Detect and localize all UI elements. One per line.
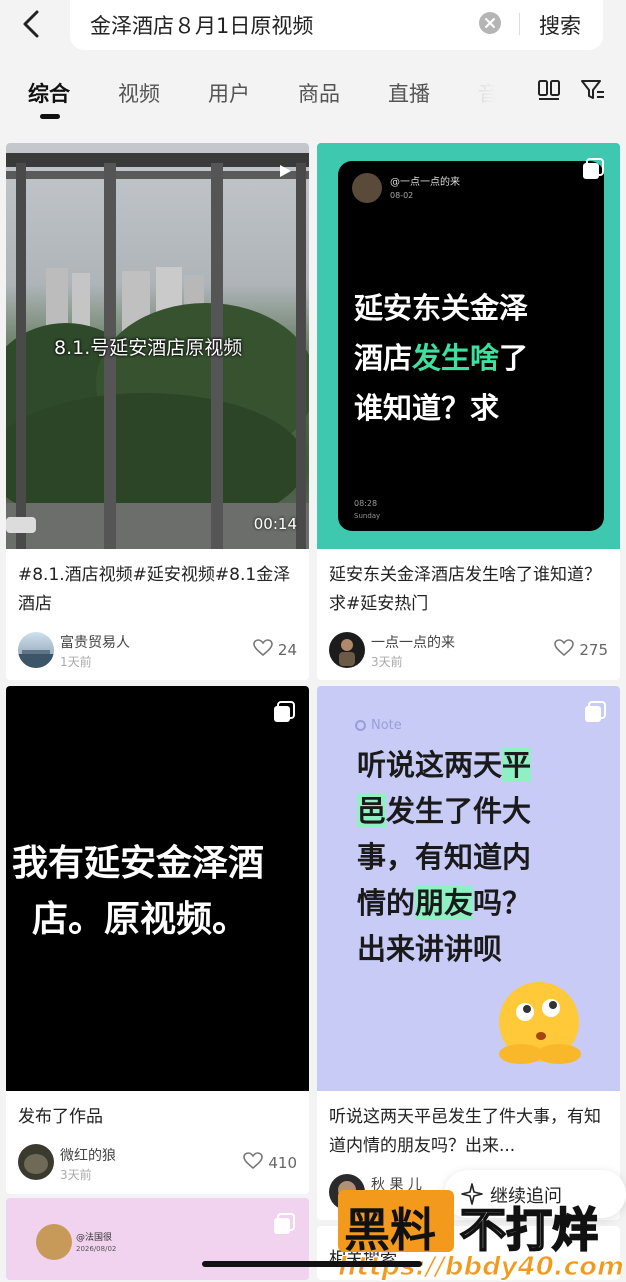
tab-video[interactable]: 视频 [118, 78, 160, 108]
post-time: 1天前 [60, 655, 92, 669]
multi-image-icon [583, 700, 607, 724]
user-name[interactable]: 富贵贸易人 [60, 632, 130, 652]
card-title[interactable]: 延安东关金泽酒店发生啥了谁知道？求#延安热门 [329, 561, 609, 619]
multi-image-icon [272, 700, 296, 724]
tab-bar: 综合 视频 用户 商品 直播 音乐 [0, 72, 626, 120]
clear-icon[interactable] [479, 12, 501, 34]
like-count: 24 [277, 641, 297, 659]
post-card[interactable]: 我有延安金泽酒 店。原视频。 发布了作品 微红的狼 3天前 410 [6, 686, 309, 1194]
tab-all[interactable]: 综合 [28, 78, 70, 108]
tab-live[interactable]: 直播 [388, 78, 430, 108]
heart-icon [243, 1152, 264, 1174]
video-overlay-text: 8.1.号延安酒店原视频 [54, 337, 243, 359]
like-button[interactable]: 410 [243, 1152, 297, 1174]
tabs-fade [440, 72, 520, 120]
card-title[interactable]: 听说这两天平邑发生了件大事，有知道内情的朋友吗？出来... [329, 1103, 609, 1161]
note-card[interactable]: @法国很 2026/08/02 [6, 1198, 309, 1280]
note-label: Note [371, 718, 402, 733]
post-big-text: 我有延安金泽酒 店。原视频。 [12, 843, 265, 940]
heart-icon [253, 639, 273, 661]
user-name[interactable]: 微红的狼 [60, 1145, 116, 1165]
like-button[interactable]: 24 [253, 639, 297, 661]
note-thumbnail[interactable]: Note 听说这两天平 邑发生了件大 事，有知道内 情的朋友吗？ 出来讲讲呗 [317, 686, 620, 1091]
note-thumbnail[interactable]: @一点一点的来 08-02 延安东关金泽 酒店发生啥了 谁知道？求 08:28 … [317, 143, 620, 549]
note-footer-day: Sunday [354, 512, 381, 520]
video-card[interactable]: 8.1.号延安酒店原视频 00:14 #8.1.酒店视频#延安视频#8.1金泽酒… [6, 143, 309, 680]
user-name[interactable]: 一点一点的来 [371, 632, 455, 652]
note-date: 2026/08/02 [76, 1245, 117, 1253]
note-handle: @一点一点的来 [390, 177, 460, 188]
search-bar[interactable]: 金泽酒店８月1日原视频 搜索 [70, 0, 603, 50]
note-text: 延安东关金泽 酒店发生啥了 谁知道？求 [354, 291, 529, 425]
note-avatar [352, 173, 382, 203]
avatar[interactable] [18, 1144, 54, 1180]
note-screen: @一点一点的来 08-02 延安东关金泽 酒店发生啥了 谁知道？求 08:28 … [338, 161, 604, 531]
avatar[interactable] [329, 632, 365, 668]
tab-user[interactable]: 用户 [208, 78, 250, 108]
multi-image-icon [581, 157, 605, 181]
search-button[interactable]: 搜索 [539, 10, 581, 40]
avatar[interactable] [18, 632, 54, 668]
multi-image-icon [272, 1212, 296, 1236]
like-button[interactable]: 275 [554, 639, 608, 661]
back-icon[interactable] [14, 6, 50, 42]
heart-icon [554, 639, 575, 661]
divider [519, 13, 520, 35]
post-thumbnail[interactable]: 我有延安金泽酒 店。原视频。 [6, 686, 309, 1091]
like-count: 275 [579, 641, 608, 659]
note-footer-time: 08:28 [354, 499, 378, 508]
filter-icon[interactable] [580, 78, 606, 106]
note-text: 听说这两天平 邑发生了件大 事，有知道内 情的朋友吗？ 出来讲讲呗 [357, 748, 532, 966]
note-dot-icon [355, 720, 366, 731]
note-avatar [36, 1224, 72, 1260]
thinking-emoji-icon [489, 978, 589, 1072]
top-bar: 金泽酒店８月1日原视频 搜索 综合 视频 用户 商品 直播 音乐 [0, 0, 626, 128]
active-tab-indicator [40, 114, 60, 119]
video-thumbnail[interactable]: 8.1.号延安酒店原视频 00:14 [6, 143, 309, 549]
video-duration: 00:14 [253, 515, 297, 533]
tab-goods[interactable]: 商品 [298, 78, 340, 108]
search-input[interactable]: 金泽酒店８月1日原视频 [90, 10, 313, 40]
play-icon [278, 163, 292, 182]
note-handle: @法国很 [76, 1233, 113, 1243]
note-card[interactable]: @一点一点的来 08-02 延安东关金泽 酒店发生啥了 谁知道？求 08:28 … [317, 143, 620, 680]
note-date: 08-02 [390, 191, 414, 200]
like-count: 410 [268, 1154, 297, 1172]
layout-toggle-icon[interactable] [537, 78, 561, 106]
home-indicator [202, 1261, 422, 1267]
post-time: 3天前 [371, 655, 403, 669]
card-title[interactable]: 发布了作品 [18, 1103, 298, 1132]
post-time: 3天前 [60, 1168, 92, 1182]
card-title[interactable]: #8.1.酒店视频#延安视频#8.1金泽酒店 [18, 561, 298, 619]
note-card[interactable]: Note 听说这两天平 邑发生了件大 事，有知道内 情的朋友吗？ 出来讲讲呗 听… [317, 686, 620, 1220]
